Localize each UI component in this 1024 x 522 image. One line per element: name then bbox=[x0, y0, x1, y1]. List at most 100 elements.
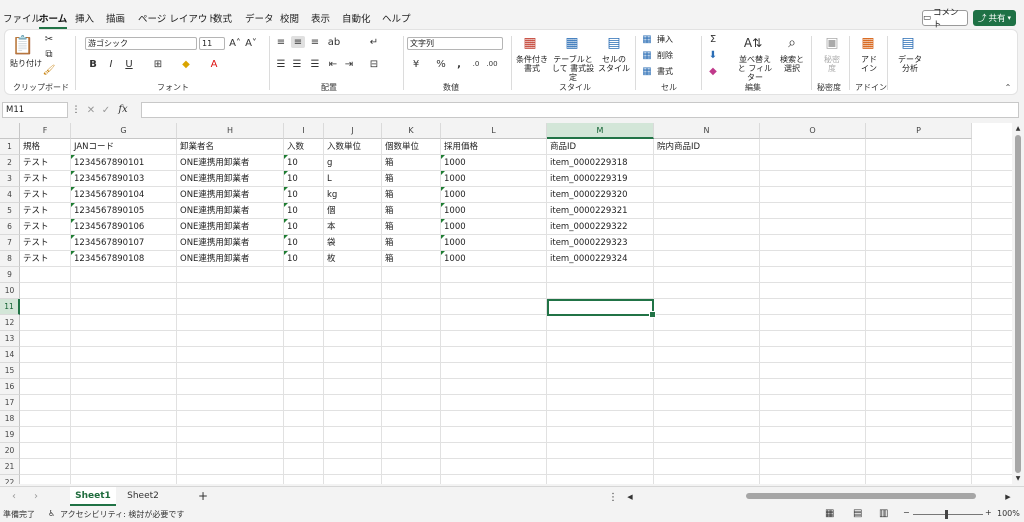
row-header-2[interactable]: 2 bbox=[0, 155, 20, 171]
sensitivity-button[interactable]: 秘密 度 bbox=[819, 55, 845, 73]
row-header-4[interactable]: 4 bbox=[0, 187, 20, 203]
indent-increase-icon[interactable]: ⇥ bbox=[343, 58, 355, 70]
cell-l5[interactable]: 1000 bbox=[441, 203, 547, 219]
cell-h6[interactable]: ONE連携用卸業者 bbox=[177, 219, 284, 235]
cell-j8[interactable]: 枚 bbox=[324, 251, 382, 267]
add-sheet-button[interactable]: + bbox=[194, 487, 212, 506]
cell-g8[interactable]: 1234567890108 bbox=[71, 251, 177, 267]
scroll-left-icon[interactable]: ◀ bbox=[626, 491, 634, 503]
tab-page-layout[interactable]: ページ レイアウト bbox=[138, 11, 217, 25]
cell-styles-icon[interactable]: ▤ bbox=[605, 34, 623, 52]
cell-k3[interactable]: 箱 bbox=[382, 171, 441, 187]
cell-m6[interactable]: item_0000229322 bbox=[547, 219, 654, 235]
error-indicator-icon[interactable] bbox=[71, 251, 75, 255]
row-header-12[interactable]: 12 bbox=[0, 315, 20, 331]
row-header-10[interactable]: 10 bbox=[0, 283, 20, 299]
cell-f7[interactable]: テスト bbox=[20, 235, 71, 251]
insert-cells-icon[interactable]: ▦ bbox=[641, 33, 653, 45]
sensitivity-icon[interactable]: ▣ bbox=[823, 34, 841, 52]
cell-h8[interactable]: ONE連携用卸業者 bbox=[177, 251, 284, 267]
error-indicator-icon[interactable] bbox=[71, 155, 75, 159]
tab-file[interactable]: ファイル bbox=[3, 11, 41, 25]
cell-l3[interactable]: 1000 bbox=[441, 171, 547, 187]
cell-f5[interactable]: テスト bbox=[20, 203, 71, 219]
percent-icon[interactable]: % bbox=[435, 58, 447, 70]
error-indicator-icon[interactable] bbox=[71, 235, 75, 239]
font-color-icon[interactable]: A bbox=[207, 58, 221, 70]
error-indicator-icon[interactable] bbox=[71, 203, 75, 207]
cell-i7[interactable]: 10 bbox=[284, 235, 324, 251]
accessibility-status[interactable]: アクセシビリティ: 検討が必要です bbox=[60, 509, 184, 520]
decrease-font-icon[interactable]: A˅ bbox=[245, 37, 257, 49]
row-header-5[interactable]: 5 bbox=[0, 203, 20, 219]
zoom-in-icon[interactable]: + bbox=[985, 508, 992, 517]
cut-icon[interactable]: ✂ bbox=[43, 33, 55, 45]
conditional-format-icon[interactable]: ▦ bbox=[521, 34, 539, 52]
decrease-decimal-icon[interactable]: .00 bbox=[485, 58, 499, 70]
tab-review[interactable]: 校閲 bbox=[280, 11, 299, 25]
currency-icon[interactable]: ¥ bbox=[409, 58, 423, 70]
share-button[interactable]: ⤴ 共有 ▾ bbox=[973, 10, 1016, 26]
error-indicator-icon[interactable] bbox=[71, 187, 75, 191]
cell-l4[interactable]: 1000 bbox=[441, 187, 547, 203]
error-indicator-icon[interactable] bbox=[441, 203, 445, 207]
cell-j1[interactable]: 入数単位 bbox=[324, 139, 382, 155]
column-header-k[interactable]: K bbox=[382, 123, 441, 139]
font-name-select[interactable]: 游ゴシック bbox=[85, 37, 197, 50]
row-header-17[interactable]: 17 bbox=[0, 395, 20, 411]
column-header-o[interactable]: O bbox=[760, 123, 866, 139]
increase-decimal-icon[interactable]: .0 bbox=[469, 58, 483, 70]
cell-l8[interactable]: 1000 bbox=[441, 251, 547, 267]
fill-icon[interactable]: ⬇ bbox=[707, 49, 719, 61]
column-header-p[interactable]: P bbox=[866, 123, 972, 139]
data-analysis-icon[interactable]: ▤ bbox=[899, 34, 917, 52]
align-right-icon[interactable]: ☰ bbox=[309, 58, 321, 70]
horizontal-scroll-thumb[interactable] bbox=[746, 493, 976, 499]
align-center-icon[interactable]: ☰ bbox=[291, 58, 303, 70]
error-indicator-icon[interactable] bbox=[284, 235, 288, 239]
cell-m5[interactable]: item_0000229321 bbox=[547, 203, 654, 219]
copy-icon[interactable]: ⧉ bbox=[43, 48, 55, 60]
find-select-button[interactable]: 検索と 選択 bbox=[777, 55, 807, 73]
error-indicator-icon[interactable] bbox=[284, 203, 288, 207]
cell-f8[interactable]: テスト bbox=[20, 251, 71, 267]
row-header-21[interactable]: 21 bbox=[0, 459, 20, 475]
format-painter-icon[interactable]: 🖌 bbox=[43, 64, 56, 76]
cell-g5[interactable]: 1234567890105 bbox=[71, 203, 177, 219]
prev-sheet-icon[interactable]: ‹ bbox=[8, 490, 20, 503]
find-select-icon[interactable]: ⌕ bbox=[783, 34, 801, 52]
border-icon[interactable]: ⊞ bbox=[151, 58, 165, 70]
paste-button[interactable]: 貼り付け bbox=[10, 58, 42, 69]
page-layout-view-icon[interactable]: ▤ bbox=[853, 508, 862, 519]
cell-j5[interactable]: 個 bbox=[324, 203, 382, 219]
tab-data[interactable]: データ bbox=[245, 11, 274, 25]
error-indicator-icon[interactable] bbox=[284, 155, 288, 159]
formula-input[interactable] bbox=[141, 102, 1019, 118]
conditional-format-button[interactable]: 条件付き 書式 bbox=[515, 55, 549, 73]
cell-f2[interactable]: テスト bbox=[20, 155, 71, 171]
normal-view-icon[interactable]: ▦ bbox=[825, 508, 834, 519]
error-indicator-icon[interactable] bbox=[441, 251, 445, 255]
cell-h7[interactable]: ONE連携用卸業者 bbox=[177, 235, 284, 251]
cancel-icon[interactable]: ✕ bbox=[86, 104, 96, 116]
tab-insert[interactable]: 挿入 bbox=[75, 11, 94, 25]
align-left-icon[interactable]: ☰ bbox=[275, 58, 287, 70]
cell-n1[interactable]: 院内商品ID bbox=[654, 139, 760, 155]
format-cells-button[interactable]: 書式 bbox=[657, 66, 673, 77]
cell-m4[interactable]: item_0000229320 bbox=[547, 187, 654, 203]
row-header-13[interactable]: 13 bbox=[0, 331, 20, 347]
cell-f1[interactable]: 規格 bbox=[20, 139, 71, 155]
cell-k8[interactable]: 箱 bbox=[382, 251, 441, 267]
enter-icon[interactable]: ✓ bbox=[101, 104, 111, 116]
select-all-corner[interactable] bbox=[0, 123, 20, 139]
error-indicator-icon[interactable] bbox=[284, 187, 288, 191]
insert-function-icon[interactable]: fx bbox=[116, 103, 130, 115]
cell-j6[interactable]: 本 bbox=[324, 219, 382, 235]
column-header-j[interactable]: J bbox=[324, 123, 382, 139]
name-box[interactable]: M11 bbox=[2, 102, 68, 118]
tab-view[interactable]: 表示 bbox=[311, 11, 330, 25]
active-cell[interactable] bbox=[547, 299, 656, 318]
orientation-icon[interactable]: ab bbox=[327, 36, 341, 48]
scroll-down-icon[interactable]: ▼ bbox=[1013, 474, 1023, 483]
error-indicator-icon[interactable] bbox=[441, 187, 445, 191]
